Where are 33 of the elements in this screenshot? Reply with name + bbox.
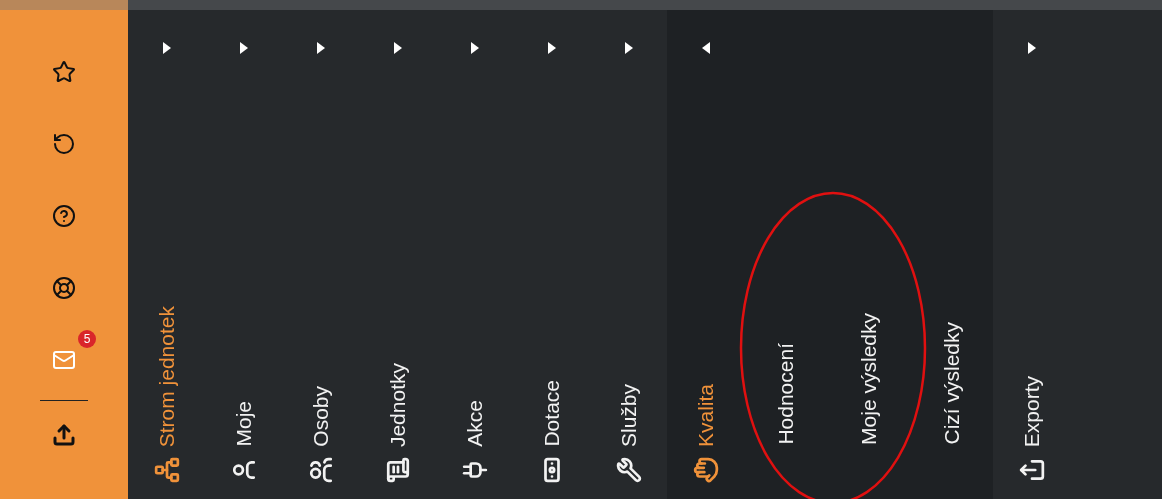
undo-icon (52, 132, 76, 156)
caret-icon (239, 42, 248, 54)
caret-icon (547, 42, 556, 54)
submenu-item[interactable]: Cizí výsledky (910, 10, 993, 499)
notification-count: 5 (78, 330, 96, 348)
menu-item[interactable]: Služby (590, 10, 667, 499)
upload-icon (52, 423, 76, 447)
caret-icon (701, 42, 710, 54)
menu-item[interactable]: Moje (205, 10, 282, 499)
menu-item[interactable]: Akce (436, 10, 513, 499)
help-icon (52, 204, 76, 228)
users-icon (307, 457, 334, 483)
menu-item[interactable]: Osoby (282, 10, 359, 499)
sitemap-icon (153, 457, 180, 483)
hand-icon (692, 457, 719, 483)
submenu-item[interactable]: Hodnocení (744, 10, 827, 499)
menu-item[interactable]: Dotace (513, 10, 590, 499)
caret-icon (393, 42, 402, 54)
submenu-item[interactable]: Moje výsledky (827, 10, 910, 499)
menu-item[interactable]: Jednotky (359, 10, 436, 499)
menu-item[interactable]: Kvalita (667, 10, 744, 499)
menu-item[interactable]: Strom jednotek (128, 10, 205, 499)
caret-icon (470, 42, 479, 54)
lifebuoy-icon (52, 276, 76, 300)
wrench-icon (615, 457, 642, 483)
menu-item[interactable]: Exporty (993, 10, 1070, 499)
mail-icon (52, 348, 76, 372)
caret-icon (624, 42, 633, 54)
caret-icon (162, 42, 171, 54)
caret-icon (1027, 42, 1036, 54)
star-icon (52, 60, 76, 84)
scroll-icon (384, 457, 411, 483)
caret-icon (316, 42, 325, 54)
